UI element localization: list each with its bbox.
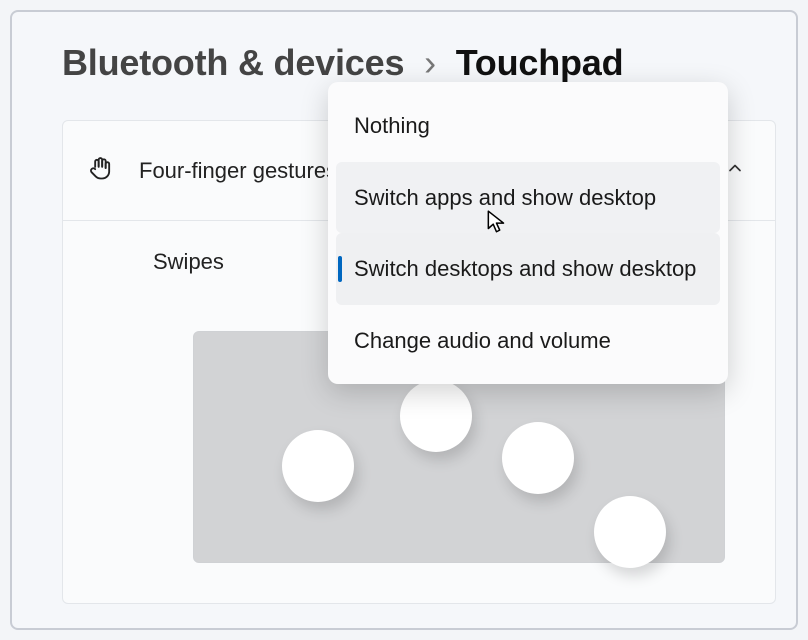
finger-dot [502, 422, 574, 494]
chevron-up-icon[interactable] [725, 158, 745, 183]
breadcrumb-page: Touchpad [456, 42, 624, 83]
dropdown-option[interactable]: Change audio and volume [336, 305, 720, 377]
chevron-right-icon: › [424, 42, 436, 83]
dropdown-option[interactable]: Switch apps and show desktop [336, 162, 720, 234]
breadcrumb: Bluetooth & devices › Touchpad [62, 42, 623, 84]
finger-dot [594, 496, 666, 568]
dropdown-option[interactable]: Switch desktops and show desktop [336, 233, 720, 305]
dropdown-option[interactable]: Nothing [336, 90, 720, 162]
breadcrumb-category[interactable]: Bluetooth & devices [62, 42, 404, 83]
finger-dot [282, 430, 354, 502]
hand-icon [87, 154, 115, 187]
swipes-dropdown[interactable]: NothingSwitch apps and show desktopSwitc… [328, 82, 728, 384]
finger-dot [400, 380, 472, 452]
